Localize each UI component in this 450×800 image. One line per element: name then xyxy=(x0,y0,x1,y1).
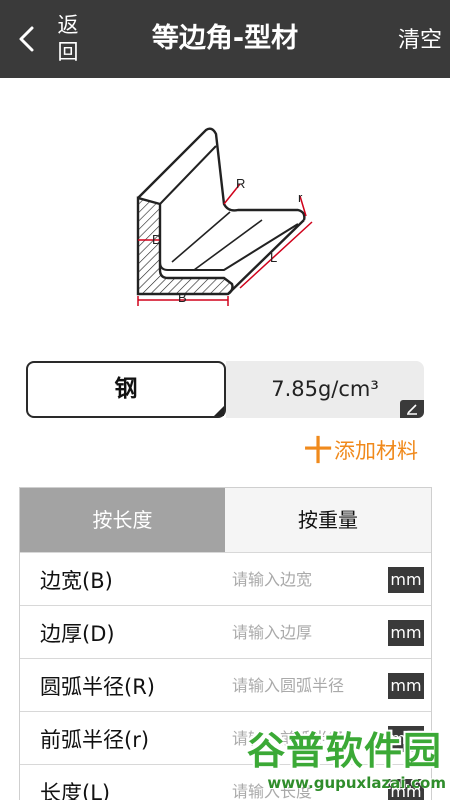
unit-badge-front-radius: mm xyxy=(388,726,424,752)
add-material-button[interactable]: 十 添加材料 xyxy=(304,434,418,468)
add-material-label: 添加材料 xyxy=(334,439,418,463)
material-name-button[interactable]: 钢 xyxy=(26,361,226,418)
back-label: 返回 xyxy=(57,13,79,64)
angle-profile-diagram: R r D L B xyxy=(136,127,313,306)
diagram-label-L: L xyxy=(270,250,277,265)
material-density: 7.85g/cm³ xyxy=(271,377,379,401)
dropdown-corner-icon xyxy=(214,406,224,416)
field-row-front-radius: 前弧半径(r) mm xyxy=(20,711,431,765)
field-label-length: 长度(L) xyxy=(40,781,111,800)
material-name: 钢 xyxy=(114,376,138,402)
front-radius-input[interactable] xyxy=(232,712,392,765)
thickness-input[interactable] xyxy=(232,606,392,659)
chevron-left-icon xyxy=(19,26,34,52)
diagram-label-B: B xyxy=(178,290,187,305)
width-input[interactable] xyxy=(232,553,392,606)
length-input[interactable] xyxy=(232,765,392,800)
tab-by-weight[interactable]: 按重量 xyxy=(225,488,431,552)
clear-button[interactable]: 清空 xyxy=(396,0,444,78)
page-title: 等边角-型材 xyxy=(151,23,299,54)
field-row-length: 长度(L) mm xyxy=(20,764,431,800)
field-label-front-radius: 前弧半径(r) xyxy=(40,728,150,752)
tab-by-length[interactable]: 按长度 xyxy=(20,488,225,552)
field-label-width: 边宽(B) xyxy=(40,569,113,593)
unit-badge-width: mm xyxy=(388,567,424,593)
diagram-label-R: R xyxy=(236,176,245,191)
calculation-card: 按长度 按重量 边宽(B) mm 边厚(D) mm 圆弧半径(R) mm 前弧半… xyxy=(19,487,432,800)
material-selector: 钢 7.85g/cm³ xyxy=(26,361,424,418)
diagram-label-r: r xyxy=(298,190,303,205)
edit-icon xyxy=(400,400,424,418)
top-bar: 返回 等边角-型材 清空 xyxy=(0,0,450,78)
unit-badge-arc-radius: mm xyxy=(388,673,424,699)
unit-badge-length: mm xyxy=(388,779,424,800)
material-density-field[interactable]: 7.85g/cm³ xyxy=(226,361,424,418)
field-row-thickness: 边厚(D) mm xyxy=(20,605,431,659)
field-label-arc-radius: 圆弧半径(R) xyxy=(40,675,155,699)
back-button[interactable]: 返回 xyxy=(0,0,100,78)
field-row-width: 边宽(B) mm xyxy=(20,552,431,606)
arc-radius-input[interactable] xyxy=(232,659,392,712)
field-row-arc-radius: 圆弧半径(R) mm xyxy=(20,658,431,712)
diagram-label-D: D xyxy=(152,232,161,247)
field-label-thickness: 边厚(D) xyxy=(40,622,115,646)
unit-badge-thickness: mm xyxy=(388,620,424,646)
plus-icon: 十 xyxy=(303,434,332,467)
calc-mode-tabs: 按长度 按重量 xyxy=(20,488,431,552)
